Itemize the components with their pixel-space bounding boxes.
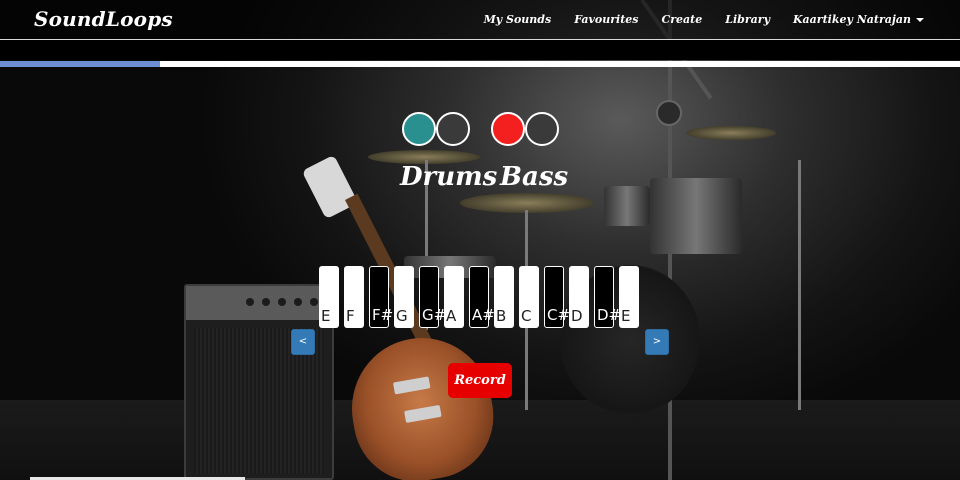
header-strip bbox=[0, 40, 960, 60]
user-name: Kaartikey Natrajan bbox=[792, 13, 911, 26]
piano-key-label: F bbox=[346, 307, 355, 325]
piano-key-label: E bbox=[321, 307, 331, 325]
progress-bar-fill bbox=[0, 61, 161, 67]
amp-knob bbox=[262, 298, 270, 306]
nav-link-favourites[interactable]: Favourites bbox=[574, 13, 638, 26]
instrument-label-bass[interactable]: Bass bbox=[500, 162, 568, 192]
piano-key-label: D bbox=[571, 307, 583, 325]
piano-key[interactable]: F# bbox=[369, 266, 393, 328]
piano-key[interactable]: D bbox=[569, 266, 589, 328]
piano-key-label: B bbox=[496, 307, 507, 325]
piano-key[interactable]: E bbox=[619, 266, 639, 328]
navbar: SoundLoops My Sounds Favourites Create L… bbox=[0, 0, 960, 40]
amp-knob bbox=[294, 298, 302, 306]
tom-drum-right bbox=[650, 178, 742, 254]
brand-logo[interactable]: SoundLoops bbox=[34, 7, 173, 31]
piano-key-label: F# bbox=[372, 306, 394, 324]
piano-key[interactable]: B bbox=[494, 266, 514, 328]
piano-key-label: A# bbox=[472, 306, 495, 324]
progress-bar bbox=[0, 61, 960, 67]
amp-panel bbox=[186, 286, 332, 320]
user-menu[interactable]: Kaartikey Natrajan bbox=[793, 13, 924, 26]
piano-key-label: A bbox=[446, 307, 457, 325]
record-button[interactable]: Record bbox=[448, 363, 512, 398]
amp-knob bbox=[278, 298, 286, 306]
piano-key-label: E bbox=[621, 307, 631, 325]
next-octave-button[interactable]: > bbox=[645, 329, 669, 355]
piano-key-label: G bbox=[396, 307, 408, 325]
piano-key[interactable]: C bbox=[519, 266, 539, 328]
drums-color-dot-2[interactable] bbox=[436, 112, 470, 146]
piano-key-label: C bbox=[521, 307, 532, 325]
piano-key[interactable]: A# bbox=[469, 266, 495, 328]
drums-color-dot-1[interactable] bbox=[402, 112, 436, 146]
instrument-label-drums[interactable]: Drums bbox=[400, 162, 497, 192]
piano-key[interactable]: F bbox=[344, 266, 364, 328]
background-photo bbox=[0, 0, 960, 480]
nav-link-create[interactable]: Create bbox=[662, 13, 703, 26]
guitar-amp bbox=[184, 284, 334, 480]
nav-link-my-sounds[interactable]: My Sounds bbox=[484, 13, 552, 26]
piano-key-label: G# bbox=[422, 306, 447, 324]
piano-key-label: C# bbox=[547, 306, 571, 324]
piano-key-label: D# bbox=[597, 306, 622, 324]
piano-keyboard: E F F# G G# A A# B C C# D D# E bbox=[319, 266, 644, 328]
caret-down-icon bbox=[916, 18, 924, 22]
nav-links: My Sounds Favourites Create Library Kaar… bbox=[461, 13, 924, 26]
mic-clip bbox=[656, 100, 682, 126]
piano-key[interactable]: C# bbox=[544, 266, 570, 328]
cymbal-stand-right bbox=[798, 160, 801, 410]
nav-link-library[interactable]: Library bbox=[725, 13, 770, 26]
prev-octave-button[interactable]: < bbox=[291, 329, 315, 355]
guitar-pickup bbox=[404, 404, 442, 423]
piano-key[interactable]: D# bbox=[594, 266, 621, 328]
bass-color-dot-1[interactable] bbox=[491, 112, 525, 146]
amp-knob bbox=[246, 298, 254, 306]
snare-drum bbox=[604, 186, 650, 226]
bass-color-dot-2[interactable] bbox=[525, 112, 559, 146]
piano-key[interactable]: E bbox=[319, 266, 339, 328]
guitar-pickup bbox=[392, 376, 431, 395]
piano-key[interactable]: G bbox=[394, 266, 414, 328]
piano-key[interactable]: G# bbox=[419, 266, 446, 328]
amp-knob bbox=[310, 298, 318, 306]
piano-key[interactable]: A bbox=[444, 266, 464, 328]
cymbal-right bbox=[686, 126, 776, 140]
